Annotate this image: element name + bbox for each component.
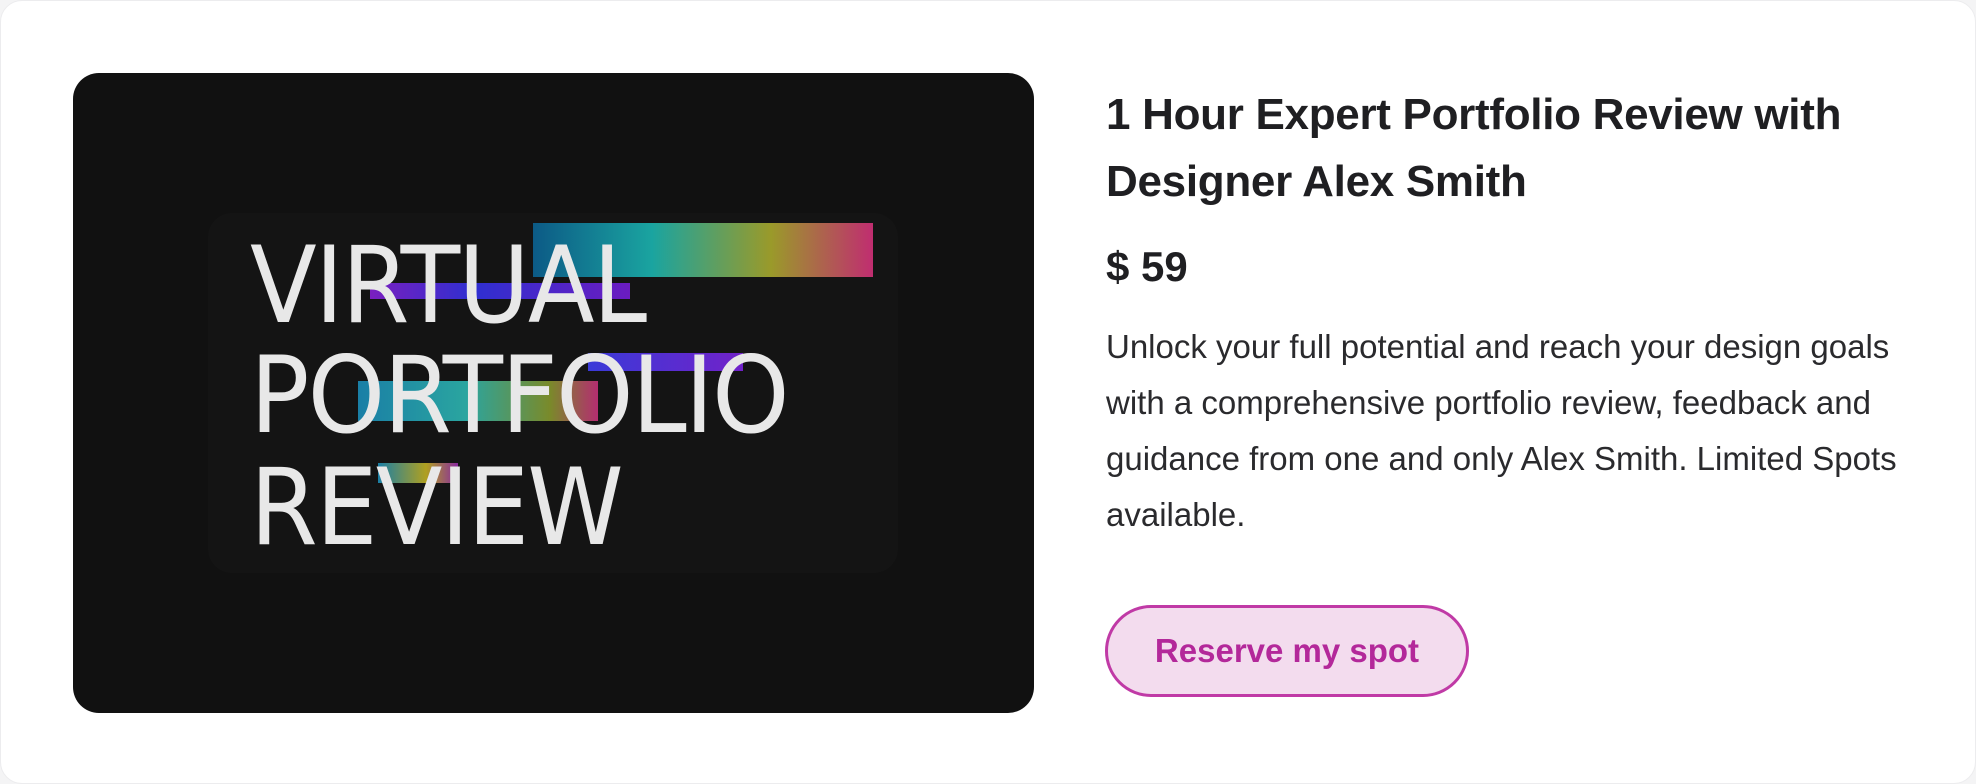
artwork-title-line: REVIEW bbox=[250, 446, 624, 569]
product-image: VIRTUAL PORTFOLIO REVIEW bbox=[73, 73, 1034, 713]
artwork-title-line: PORTFOLIO bbox=[250, 334, 790, 457]
product-title: 1 Hour Expert Portfolio Review with Desi… bbox=[1106, 90, 1842, 206]
product-details: 1 Hour Expert Portfolio Review with Desi… bbox=[1106, 81, 1926, 543]
portfolio-review-artwork: VIRTUAL PORTFOLIO REVIEW bbox=[208, 213, 898, 573]
artwork-title-line: VIRTUAL bbox=[250, 224, 647, 347]
product-description: Unlock your full potential and reach you… bbox=[1106, 328, 1897, 533]
product-card: VIRTUAL PORTFOLIO REVIEW 1 Hour Expert P… bbox=[0, 0, 1976, 784]
product-price: $ 59 bbox=[1106, 243, 1188, 290]
reserve-spot-button[interactable]: Reserve my spot bbox=[1105, 605, 1469, 697]
artwork-title: VIRTUAL PORTFOLIO REVIEW bbox=[250, 213, 828, 573]
